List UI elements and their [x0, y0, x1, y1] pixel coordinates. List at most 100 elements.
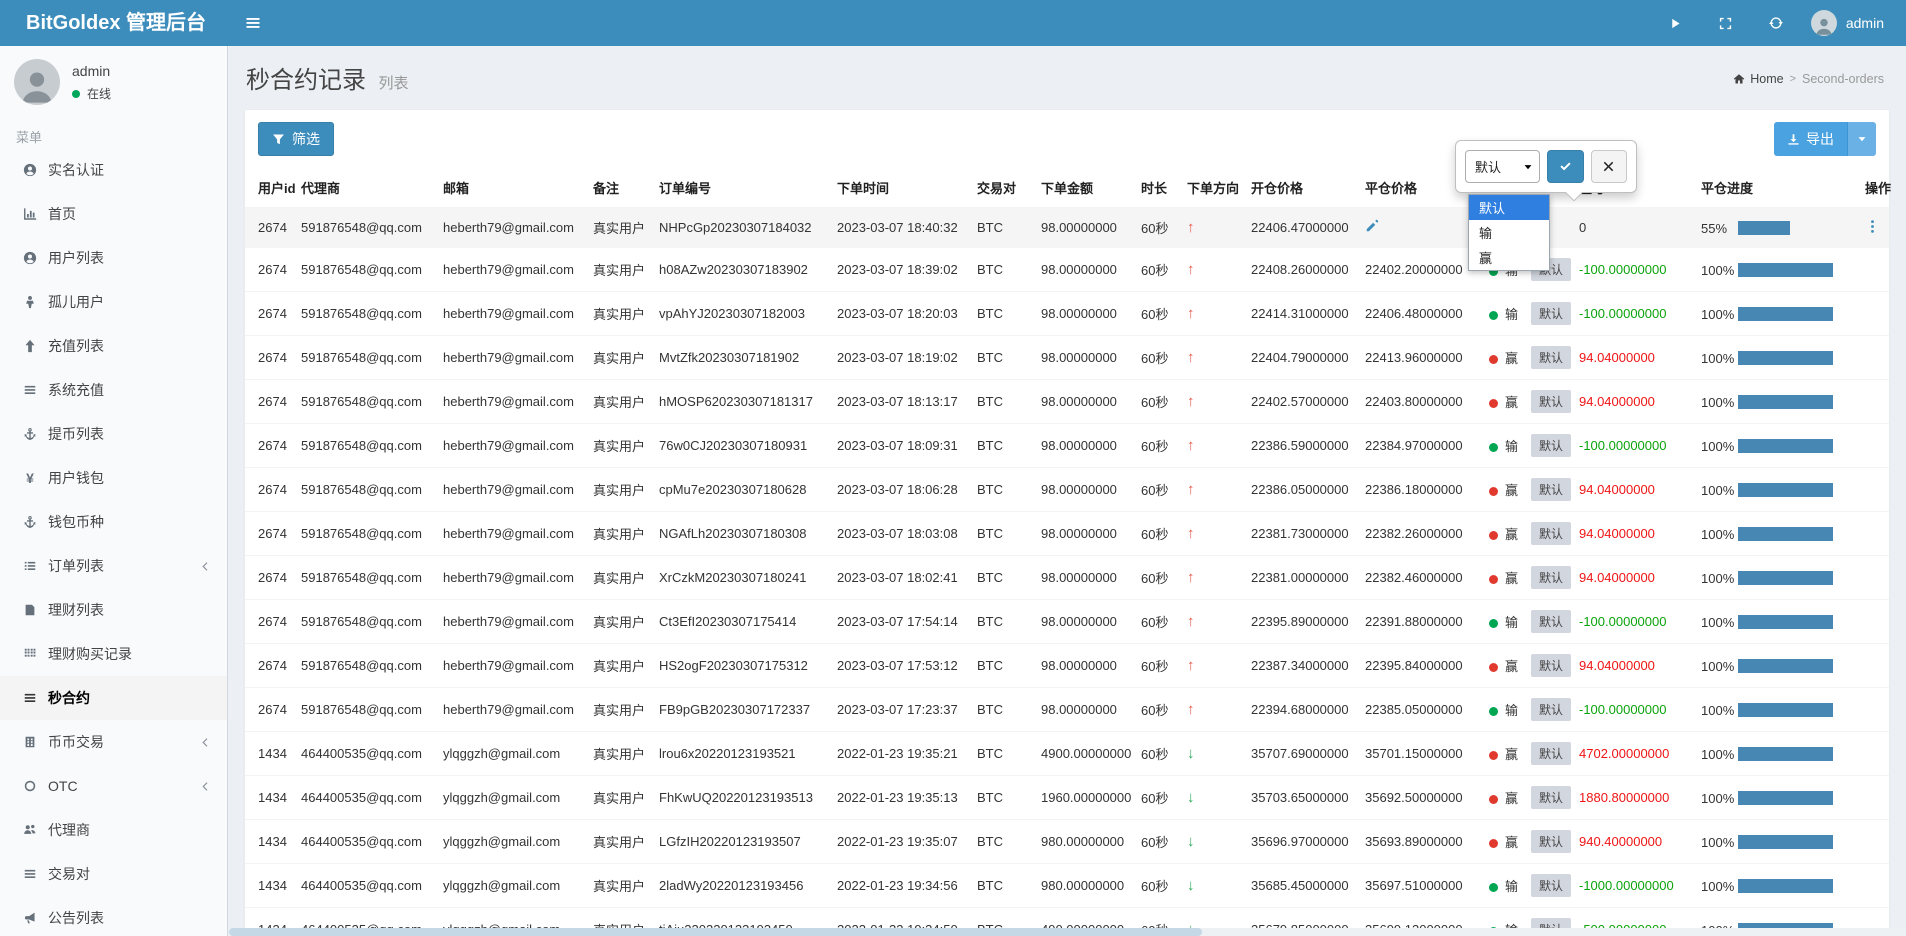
pencil-icon[interactable]	[1365, 219, 1379, 233]
page-subtitle: 列表	[378, 75, 408, 92]
filter-button[interactable]: 筛选	[258, 122, 334, 156]
breadcrumb-home-link[interactable]: Home	[1750, 72, 1783, 86]
column-header-2: 代理商	[295, 168, 437, 208]
cell-agent: 591876548@qq.com	[295, 468, 437, 512]
sidebar-item-2[interactable]: 首页	[0, 192, 227, 236]
cell-amount: 980.00000000	[1035, 864, 1135, 908]
table-row: 2674591876548@qq.comheberth79@gmail.com真…	[245, 248, 1889, 292]
sidebar-item-9[interactable]: 钱包币种	[0, 500, 227, 544]
win-dot-icon	[1489, 751, 1498, 760]
sidebar-item-3[interactable]: 用户列表	[0, 236, 227, 280]
cell-user-id: 1434	[245, 776, 295, 820]
cell-pair: BTC	[971, 336, 1035, 380]
yen-icon: ¥	[22, 471, 38, 485]
fullscreen-button[interactable]	[1700, 0, 1751, 46]
brand-logo[interactable]: BitGoldex 管理后台	[0, 0, 228, 46]
control-badge: 默认	[1531, 478, 1571, 501]
cell-open-price: 22414.31000000	[1245, 292, 1359, 336]
cell-agent: 464400535@qq.com	[295, 864, 437, 908]
sidebar-item-15[interactable]: OTC	[0, 764, 227, 808]
cell-actions	[1859, 248, 1889, 292]
inline-edit-cancel-button[interactable]	[1591, 150, 1627, 183]
column-header-17: 操作	[1859, 168, 1889, 208]
sidebar-item-11[interactable]: 理财列表	[0, 588, 227, 632]
cell-email: ylqggzh@gmail.com	[437, 776, 587, 820]
sidebar-item-17[interactable]: 交易对	[0, 852, 227, 896]
play-button[interactable]	[1651, 0, 1700, 46]
cell-remark: 真实用户	[587, 688, 653, 732]
sidebar-item-10[interactable]: 订单列表	[0, 544, 227, 588]
cell-email: ylqggzh@gmail.com	[437, 732, 587, 776]
cell-result: 赢	[1483, 380, 1525, 424]
cell-control: 默认	[1525, 292, 1573, 336]
progress-bar	[1738, 221, 1790, 235]
progress-bar	[1738, 879, 1833, 893]
cell-user-id: 2674	[245, 468, 295, 512]
cell-order-time: 2022-01-23 19:35:21	[831, 732, 971, 776]
column-header-11: 开仓价格	[1245, 168, 1359, 208]
cell-control: 默认	[1525, 732, 1573, 776]
sidebar-toggle-button[interactable]	[228, 0, 278, 46]
arrow-up-icon: ↑	[1187, 219, 1195, 236]
cell-direction: ↑	[1181, 248, 1245, 292]
inline-edit-confirm-button[interactable]	[1547, 150, 1583, 183]
cell-email: ylqggzh@gmail.com	[437, 820, 587, 864]
sidebar-item-8[interactable]: ¥用户钱包	[0, 456, 227, 500]
cell-open-price: 35685.45000000	[1245, 864, 1359, 908]
user-menu-label: admin	[1846, 15, 1884, 31]
chevron-down-icon	[1523, 162, 1533, 172]
progress-bar	[1738, 571, 1833, 585]
sidebar-item-14[interactable]: 币币交易	[0, 720, 227, 764]
select-option-1[interactable]: 默认	[1469, 195, 1549, 220]
control-badge: 默认	[1531, 786, 1571, 809]
cell-open-price: 35703.65000000	[1245, 776, 1359, 820]
arrow-down-icon: ↓	[1187, 877, 1195, 894]
row-actions-button[interactable]	[1865, 219, 1880, 234]
cell-actions	[1859, 644, 1889, 688]
cell-remark: 真实用户	[587, 864, 653, 908]
table-row: 1434464400535@qq.comylqggzh@gmail.com真实用…	[245, 776, 1889, 820]
sidebar-item-13[interactable]: 秒合约	[0, 676, 227, 720]
cell-progress: 100%	[1695, 732, 1859, 776]
cell-email: heberth79@gmail.com	[437, 424, 587, 468]
sidebar-item-6[interactable]: 系统充值	[0, 368, 227, 412]
cell-actions	[1859, 208, 1889, 248]
select-option-3[interactable]: 赢	[1469, 245, 1549, 270]
sidebar-item-label: 系统充值	[48, 380, 104, 400]
cell-order-no: Ct3EfI20230307175414	[653, 600, 831, 644]
cell-order-no: cpMu7e20230307180628	[653, 468, 831, 512]
cell-close-price[interactable]	[1359, 208, 1483, 248]
cell-actions	[1859, 468, 1889, 512]
select-option-2[interactable]: 输	[1469, 220, 1549, 245]
cell-direction: ↓	[1181, 820, 1245, 864]
refresh-button[interactable]	[1751, 0, 1801, 46]
sidebar-item-16[interactable]: 代理商	[0, 808, 227, 852]
export-button[interactable]: 导出	[1774, 122, 1847, 156]
sidebar-item-4[interactable]: 孤儿用户	[0, 280, 227, 324]
table-row: 2674591876548@qq.comheberth79@gmail.com真…	[245, 292, 1889, 336]
sidebar-item-12[interactable]: 理财购买记录	[0, 632, 227, 676]
sidebar-item-label: OTC	[48, 778, 78, 794]
progress-bar	[1738, 615, 1833, 629]
user-menu[interactable]: admin	[1801, 0, 1906, 46]
admin-page: BitGoldex 管理后台 admin admin	[0, 0, 1906, 936]
cell-progress: 100%	[1695, 512, 1859, 556]
cell-duration: 60秒	[1135, 688, 1181, 732]
cell-agent: 464400535@qq.com	[295, 776, 437, 820]
win-dot-icon	[1489, 355, 1498, 364]
inline-edit-select[interactable]: 默认	[1465, 150, 1540, 183]
sidebar-item-7[interactable]: 提币列表	[0, 412, 227, 456]
sidebar-item-1[interactable]: 实名认证	[0, 148, 227, 192]
cell-close-price: 35697.51000000	[1359, 864, 1483, 908]
filter-icon	[272, 133, 285, 146]
arrow-up-icon: ↑	[1187, 349, 1195, 366]
cell-remark: 真实用户	[587, 644, 653, 688]
scrollbar-thumb[interactable]	[229, 928, 1202, 936]
sidebar-item-5[interactable]: 充值列表	[0, 324, 227, 368]
export-dropdown-toggle[interactable]	[1847, 122, 1876, 156]
cell-duration: 60秒	[1135, 512, 1181, 556]
sidebar-item-18[interactable]: 公告列表	[0, 896, 227, 936]
control-badge: 默认	[1531, 346, 1571, 369]
horizontal-scrollbar[interactable]	[229, 928, 1906, 936]
cell-direction: ↓	[1181, 732, 1245, 776]
